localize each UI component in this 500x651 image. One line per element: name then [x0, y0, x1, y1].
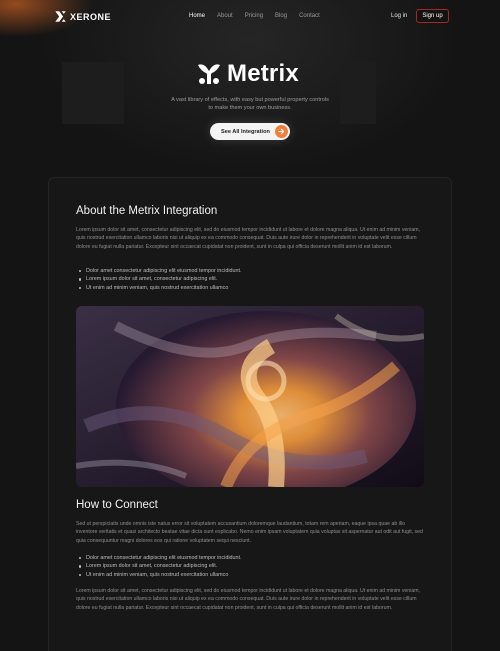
hero-description: A vast library of effects, with easy but…: [171, 97, 329, 111]
decorative-block-left: [62, 62, 124, 124]
brand-name: XERONE: [70, 11, 112, 22]
list-item: Dolor amet consectetur adipiscing elit e…: [78, 267, 242, 275]
nav-links: Home About Pricing Blog Contact: [189, 13, 320, 19]
nav-link-contact[interactable]: Contact: [299, 13, 320, 19]
list-item: Lorem ipsum dolor sit amet, consectetur …: [78, 562, 242, 570]
about-paragraph: Lorem ipsum dolor sit amet, consectetur …: [76, 227, 420, 250]
about-bullet-list: Dolor amet consectetur adipiscing elit e…: [78, 267, 242, 292]
list-item: Ut enim ad minim veniam, quis nostrud ex…: [78, 284, 242, 292]
connect-bullet-list: Dolor amet consectetur adipiscing elit e…: [78, 554, 242, 579]
signup-button[interactable]: Sign up: [416, 9, 449, 23]
connect-heading: How to Connect: [76, 499, 158, 511]
list-item: Ut enim ad minim veniam, quis nostrud ex…: [78, 571, 242, 579]
list-item: Dolor amet consectetur adipiscing elit e…: [78, 554, 242, 562]
decorative-block-right: [340, 62, 376, 124]
arrow-right-icon: [275, 125, 288, 138]
see-all-integration-button[interactable]: See All Integration: [210, 123, 290, 140]
nav-link-about[interactable]: About: [217, 13, 233, 19]
fluid-art-image: [76, 306, 424, 487]
final-paragraph: Lorem ipsum dolor sit amet, consectetur …: [76, 588, 420, 611]
product-name: Metrix: [227, 60, 299, 87]
login-link[interactable]: Log in: [391, 13, 407, 19]
abstract-artwork: [76, 306, 424, 487]
top-nav: XERONE Home About Pricing Blog Contact L…: [0, 0, 500, 34]
xerone-logo-icon: [55, 11, 66, 22]
brand-logo[interactable]: XERONE: [54, 10, 111, 23]
connect-paragraph: Sed ut perspiciatis unde omnis iste natu…: [76, 521, 423, 544]
cta-label: See All Integration: [221, 128, 270, 135]
about-heading: About the Metrix Integration: [76, 205, 218, 217]
nav-link-pricing[interactable]: Pricing: [245, 13, 263, 19]
nav-link-home[interactable]: Home: [189, 13, 205, 19]
hero-title: Metrix: [197, 60, 299, 88]
list-item: Lorem ipsum dolor sit amet, consectetur …: [78, 275, 242, 283]
nav-link-blog[interactable]: Blog: [275, 13, 287, 19]
metrix-logo-icon: [198, 64, 220, 84]
